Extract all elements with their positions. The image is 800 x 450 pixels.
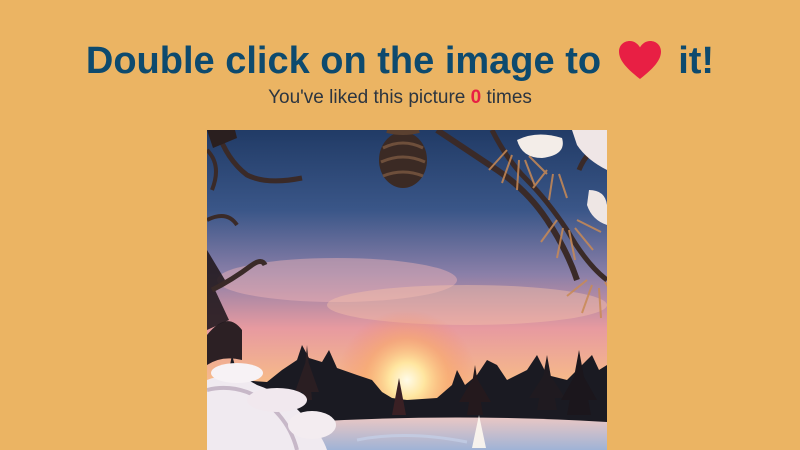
like-text-after: times xyxy=(486,87,532,108)
title-text-before: Double click on the image to xyxy=(85,40,602,82)
heart-icon xyxy=(618,40,662,80)
photo-artwork xyxy=(207,130,607,450)
page-title: Double click on the image to it! xyxy=(0,36,800,86)
likeable-photo[interactable] xyxy=(207,130,607,450)
title-text-after: it! xyxy=(678,40,715,82)
like-counter-text: You've liked this picture 0 times xyxy=(0,86,800,110)
like-page: Double click on the image to it! You've … xyxy=(0,0,800,450)
like-text-before: You've liked this picture xyxy=(268,87,466,108)
like-count: 0 xyxy=(470,87,482,108)
